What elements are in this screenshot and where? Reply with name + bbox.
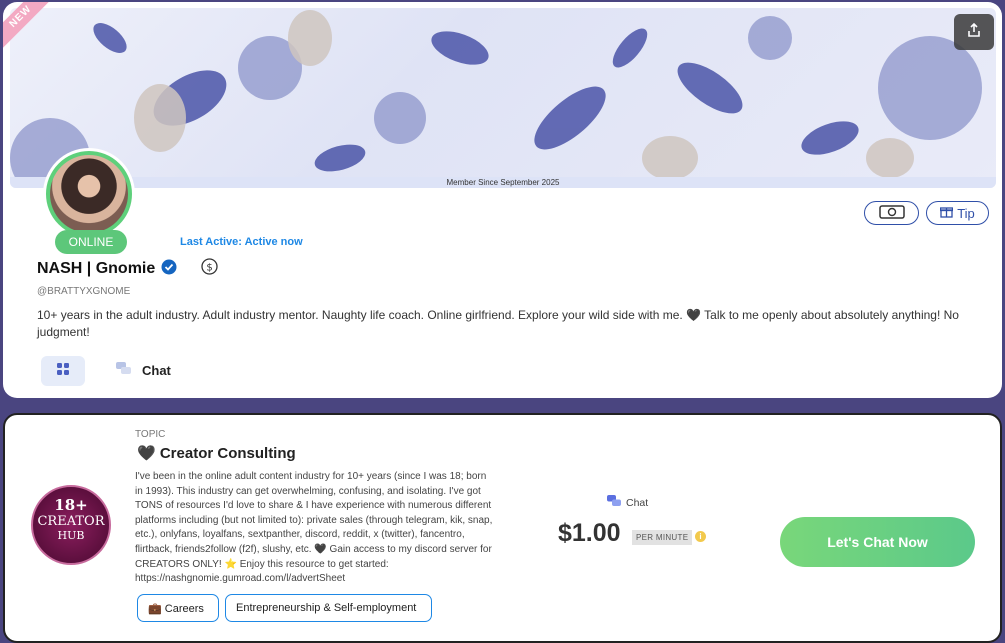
tab-grid[interactable] [41,356,85,386]
avatar-container[interactable] [43,148,135,240]
logo-line-3: HUB [57,529,85,542]
last-active-text: Last Active: Active now [180,236,303,248]
profile-card: Member Since September 2025 NEW ONLINE L… [3,2,1002,398]
chat-type-label: Chat [626,496,649,509]
online-status-badge: ONLINE [55,230,127,254]
topic-description: I've been in the online adult content in… [135,471,493,585]
grid-icon [56,362,70,381]
cash-button[interactable] [864,201,919,225]
price-unit: PER MINUTE [632,530,693,545]
profile-banner: Member Since September 2025 [10,8,996,188]
logo-line-1: 18+ [54,496,88,514]
verified-badge-icon [161,259,177,280]
banner-floral-art [10,10,982,188]
price-value: $1.00 [558,519,621,547]
profile-bio: 10+ years in the adult industry. Adult i… [37,308,959,339]
dollar-coin-icon[interactable]: $ [201,258,218,280]
gift-icon [940,205,954,221]
topic-logo: 18+ CREATOR HUB [31,485,111,565]
tab-chat[interactable]: Chat [116,362,171,379]
member-since-bar: Member Since September 2025 [10,177,996,188]
tag-entrepreneurship[interactable]: Entrepreneurship & Self-employment [225,594,432,622]
tip-button[interactable]: Tip [926,201,989,225]
cash-icon [878,204,905,222]
topic-label: TOPIC [135,429,166,440]
chat-bubbles-icon [607,495,622,510]
chat-type-indicator: Chat [607,495,648,510]
info-icon[interactable]: i [695,531,706,542]
tag-careers[interactable]: 💼 Careers [137,594,219,622]
share-icon [966,22,982,43]
profile-handle: @BRATTYXGNOME [37,286,131,297]
lets-chat-now-button[interactable]: Let's Chat Now [780,517,975,567]
tip-label: Tip [957,205,975,221]
logo-line-2: CREATOR [37,514,105,529]
topic-card: 18+ CREATOR HUB TOPIC 🖤 Creator Consulti… [3,413,1002,643]
profile-name: NASH | Gnomie [37,260,156,277]
chat-bubbles-icon [116,362,132,379]
share-button[interactable] [954,14,994,50]
svg-text:$: $ [207,263,213,274]
name-row: NASH | Gnomie $ [37,258,218,280]
topic-title: 🖤 Creator Consulting [137,445,296,462]
tab-chat-label: Chat [142,363,171,378]
avatar [46,151,132,237]
